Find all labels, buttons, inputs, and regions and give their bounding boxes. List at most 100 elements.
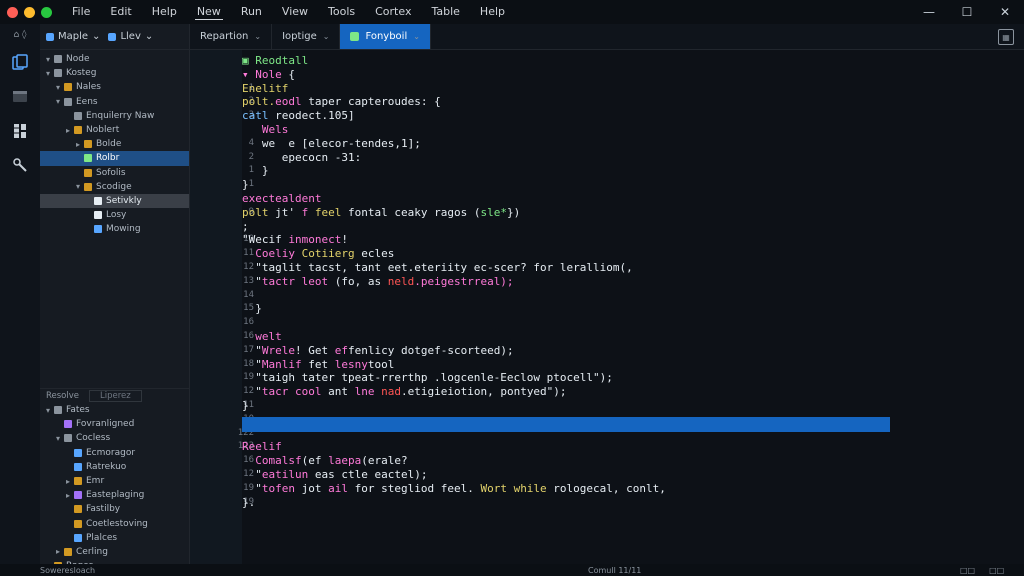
menu-item-run[interactable]: Run	[239, 4, 264, 20]
menu-item-file[interactable]: File	[70, 4, 92, 20]
tree-item[interactable]: Enquilerry Naw	[40, 109, 189, 123]
file-icon	[84, 154, 92, 163]
tree-item[interactable]: Mowing	[40, 222, 189, 236]
tree-item[interactable]: ▾ Fates	[40, 403, 190, 417]
code-token: eatilun	[261, 468, 309, 481]
code-token: Enelitf	[242, 81, 289, 95]
tree-item[interactable]: ▾ Nales	[40, 80, 189, 94]
tree-item-label: Plalces	[86, 532, 118, 543]
status-item[interactable]: □□	[960, 566, 975, 575]
code-token: we e [elecor-tendes,1];	[261, 136, 421, 150]
close-button[interactable]: ✕	[986, 0, 1024, 24]
code-token: tactr leot	[261, 274, 329, 288]
tree-item[interactable]: ▸ Bolde	[40, 137, 189, 151]
code-token: lne	[354, 385, 375, 399]
menu-item-tools[interactable]: Tools	[326, 4, 357, 20]
code-token: Wort while	[480, 481, 547, 495]
code-line: Enelitf	[242, 82, 288, 95]
file-icon	[74, 111, 82, 120]
tree-item[interactable]: Coetlestoving	[40, 517, 190, 531]
code-line: epecocn -31:	[242, 151, 361, 164]
sidebar-tab-llev[interactable]: Llev ⌄	[108, 31, 153, 42]
more-actions-icon[interactable]: ▦	[998, 29, 1014, 45]
code-token: Comalsf	[255, 454, 302, 468]
tree-item[interactable]: Fovranligned	[40, 417, 190, 431]
maximize-window-icon[interactable]	[41, 6, 52, 18]
chevron-down-icon: ⌄	[92, 31, 101, 42]
terminal-icon[interactable]	[0, 80, 40, 114]
code-line: Reelif	[242, 440, 282, 453]
code-line: }	[242, 302, 262, 315]
tree-item[interactable]: ▾ Eens	[40, 95, 189, 109]
explorer-sidebar: Maple ⌄ Llev ⌄ ▾ Node ▾ Kosteg ▾ Nales ▾ Eens Enqu…	[40, 24, 190, 571]
outline-filter-input[interactable]: Liperez	[89, 389, 142, 402]
code-token: })	[506, 205, 521, 219]
tree-item[interactable]: ▾ Scodige	[40, 180, 189, 194]
tree-item[interactable]: ▸ Emr	[40, 474, 190, 488]
menu-bar: File Edit Help New Run View Tools Cortex Table He…	[70, 4, 523, 20]
tree-item[interactable]: ▸ Easteplaging	[40, 488, 190, 502]
tree-item[interactable]: ▾ Cocless	[40, 431, 190, 445]
tab-ioptige[interactable]: Ioptige ⌄	[272, 24, 341, 49]
status-left-text[interactable]: Soweresloach	[40, 566, 95, 575]
menu-item-new[interactable]: New	[194, 4, 223, 20]
tree-item[interactable]: ▾ Kosteg	[40, 66, 189, 80]
code-line: }.	[242, 496, 255, 509]
code-line: exectealdent	[242, 192, 321, 205]
tree-item[interactable]: Losy	[40, 208, 189, 222]
tree-item[interactable]: Ecmoragor	[40, 446, 190, 460]
status-item[interactable]: □□	[989, 566, 1004, 575]
tree-item[interactable]: Sofolis	[40, 166, 189, 180]
menu-item-cortex[interactable]: Cortex	[373, 4, 413, 20]
code-token: eas ctle eactel);	[308, 468, 428, 481]
code-line: }	[242, 164, 269, 177]
close-window-icon[interactable]	[7, 6, 18, 18]
code-line: ▾ Nole {	[242, 68, 295, 81]
file-icon	[84, 140, 92, 149]
menu-item-view[interactable]: View	[280, 4, 310, 20]
status-position-text[interactable]: Comull 11/11	[588, 566, 641, 575]
menu-item-edit[interactable]: Edit	[108, 4, 133, 20]
chevron-icon: ▾	[56, 82, 61, 92]
tree-item[interactable]: Plalces	[40, 531, 190, 545]
code-line: "tacr cool ant lne nad.etigieiotion, pon…	[242, 385, 566, 399]
code-editor[interactable]: 1234211910111213141516161718191211101221…	[190, 50, 1024, 564]
tree-item-label: Cerling	[76, 546, 108, 557]
tree-item[interactable]: Rolbr	[40, 151, 189, 166]
code-token: tool	[367, 357, 395, 371]
tree-item[interactable]: Setivkly	[40, 193, 189, 209]
tree-item-label: Ratrekuo	[86, 461, 127, 472]
tree-item[interactable]: ▸ Noblert	[40, 123, 189, 137]
file-icon	[74, 505, 82, 514]
file-icon	[74, 477, 82, 486]
tab-repartion[interactable]: Repartion ⌄	[190, 24, 273, 49]
sidebar-tab-maple[interactable]: Maple ⌄	[46, 31, 100, 42]
menu-item-help[interactable]: Help	[150, 4, 179, 20]
tree-item-label: Fastilby	[86, 504, 121, 515]
maximize-button[interactable]: ☐	[948, 0, 986, 24]
tree-item[interactable]: ▾ Node	[40, 52, 189, 66]
code-token: }	[242, 178, 249, 192]
chevron-icon: ▸	[66, 476, 71, 486]
code-token: polt	[242, 205, 269, 219]
chevron-icon: ▾	[46, 405, 51, 415]
code-token: ail	[328, 481, 348, 495]
tree-item[interactable]: ▸ Cerling	[40, 545, 190, 559]
minimize-window-icon[interactable]	[24, 6, 35, 18]
minimize-button[interactable]: —	[910, 0, 948, 24]
menu-item-table[interactable]: Table	[429, 4, 461, 20]
code-token: }	[255, 302, 262, 316]
tree-item-label: Noblert	[86, 125, 120, 136]
extensions-icon[interactable]	[0, 114, 40, 148]
tools-icon[interactable]	[0, 148, 40, 182]
tab-fonyboil[interactable]: Fonyboil ⌄	[340, 24, 431, 49]
chevron-down-icon: ⌄	[254, 32, 262, 41]
code-token: .peigestrreal);	[414, 274, 514, 288]
code-token: ;	[242, 219, 249, 233]
tree-item[interactable]: Ratrekuo	[40, 460, 190, 474]
menu-item-help[interactable]: Help	[478, 4, 507, 20]
explorer-icon[interactable]	[0, 46, 40, 80]
code-token: lesny	[334, 357, 368, 371]
tree-item[interactable]: Fastilby	[40, 502, 190, 516]
